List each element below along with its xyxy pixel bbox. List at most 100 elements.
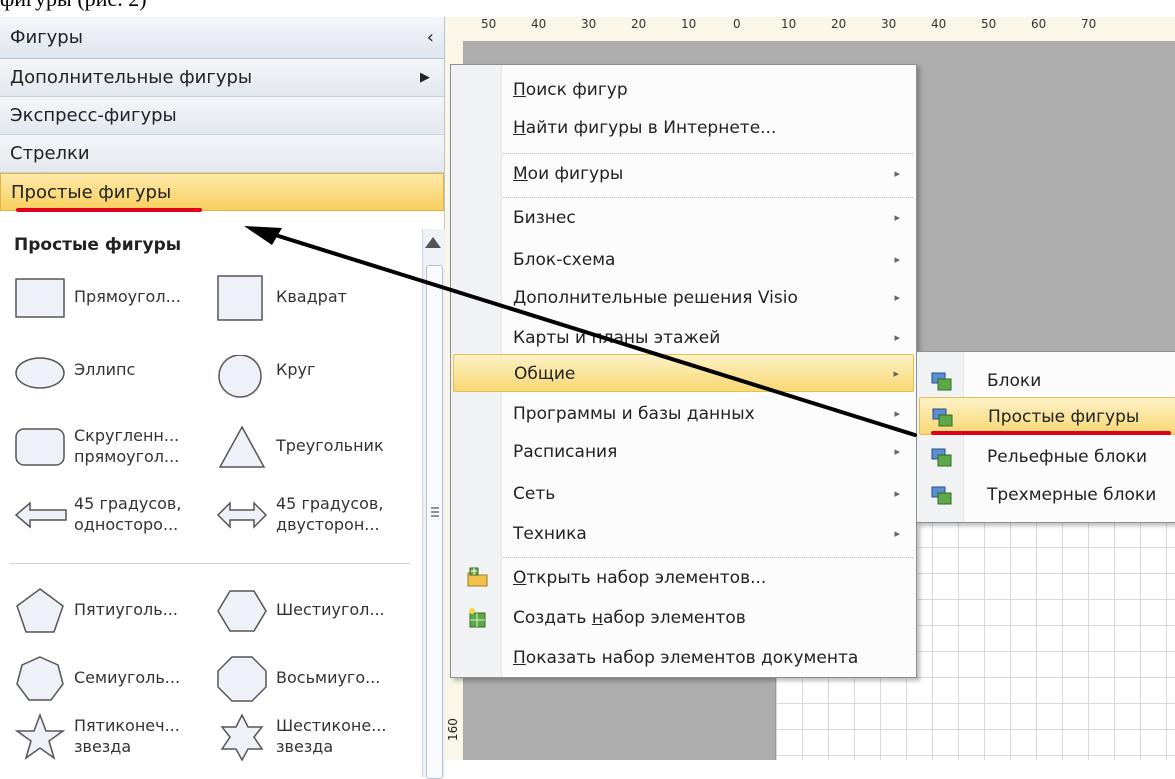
- ruler-label: 70: [1081, 17, 1097, 31]
- menu-item-find-online[interactable]: Найти фигуры в Интернете...: [453, 109, 914, 147]
- shapes-gallery-title: Простые фигуры: [14, 235, 182, 255]
- ruler-label: 10: [781, 17, 797, 31]
- ruler-label: 50: [481, 17, 497, 31]
- menu-item-general[interactable]: Общие ▸: [453, 354, 914, 392]
- heptagon-shape-icon: [16, 656, 64, 701]
- submenu-arrow-icon: ▸: [894, 167, 900, 180]
- menu-item-new-stencil[interactable]: Создать набор элементов: [453, 599, 914, 637]
- shape-label: Шестиконе... звезда: [276, 716, 387, 756]
- submenu-arrow-icon: ▸: [894, 527, 900, 540]
- submenu-item-3d-blocks[interactable]: Трехмерные блоки: [919, 476, 1175, 514]
- shape-label: Семиуголь...: [74, 668, 181, 687]
- stencil-row-quick-shapes[interactable]: Экспресс-фигуры: [0, 97, 444, 135]
- submenu-item-basic-shapes[interactable]: Простые фигуры: [919, 397, 1175, 435]
- menu-item-schedules[interactable]: Расписания ▸: [453, 433, 914, 471]
- shape-ellipse[interactable]: Эллипс: [14, 353, 214, 413]
- ruler-label: 20: [831, 17, 847, 31]
- shape-label: Восьмиуго...: [276, 668, 381, 687]
- octagon-shape-icon: [217, 656, 267, 702]
- five-point-star-icon: [14, 713, 66, 760]
- stencil-row-label: Дополнительные фигуры: [10, 67, 253, 88]
- caption-text: фигуры (рис. 2): [0, 0, 147, 12]
- more-shapes-menu: Поиск фигур Найти фигуры в Интернете... …: [450, 64, 917, 678]
- hexagon-shape-icon: [217, 590, 267, 632]
- pentagon-shape-icon: [16, 588, 64, 633]
- ellipse-shape-icon: [15, 357, 65, 389]
- stencil-row-arrows[interactable]: Стрелки: [0, 135, 444, 173]
- shape-circle[interactable]: Круг: [216, 353, 416, 413]
- collapse-panel-icon[interactable]: ‹: [427, 17, 434, 59]
- ruler-label: 0: [733, 17, 741, 31]
- ruler-label: 10: [681, 17, 697, 31]
- menu-item-show-document-stencil[interactable]: Показать набор элементов документа: [453, 639, 914, 677]
- general-submenu: Блоки Простые фигуры Рельефные блоки Тре…: [916, 351, 1175, 523]
- menu-item-flowchart[interactable]: Блок-схема ▸: [453, 241, 914, 279]
- stencil-row-basic-shapes[interactable]: Простые фигуры: [0, 173, 444, 212]
- menu-item-business[interactable]: Бизнес ▸: [453, 199, 914, 237]
- horizontal-ruler: 50 40 30 20 10 0 10 20 30 40 50 60 70: [463, 17, 1175, 42]
- shape-label: Пятиконеч... звезда: [74, 716, 180, 756]
- chevron-right-icon: ▶: [420, 70, 430, 85]
- stencil-row-more-shapes[interactable]: Дополнительные фигуры ▶: [0, 59, 444, 97]
- menu-item-open-stencil[interactable]: Открыть набор элементов...: [453, 559, 914, 597]
- red-underline-annotation: [931, 431, 1171, 435]
- shape-label: 45 градусов, односторо...: [74, 494, 182, 534]
- stencil-row-label: Простые фигуры: [11, 182, 172, 203]
- submenu-arrow-icon: ▸: [894, 331, 900, 344]
- ruler-label: 20: [631, 17, 647, 31]
- submenu-item-raised-blocks[interactable]: Рельефные блоки: [919, 438, 1175, 476]
- shape-square[interactable]: Квадрат: [216, 273, 416, 333]
- grip-line: [431, 511, 439, 513]
- shape-label: Шестиугол...: [276, 600, 385, 619]
- shape-five-point-star[interactable]: Пятиконеч... звезда: [14, 711, 214, 771]
- scrollbar-thumb[interactable]: [426, 265, 443, 779]
- ruler-label: 30: [881, 17, 897, 31]
- menu-item-search-shapes[interactable]: Поиск фигур: [453, 71, 914, 109]
- shape-heptagon[interactable]: Семиуголь...: [14, 653, 214, 713]
- circle-shape-icon: [218, 355, 262, 398]
- menu-separator: [503, 197, 913, 198]
- panel-header[interactable]: Фигуры ‹: [0, 17, 444, 59]
- grip-line: [431, 515, 439, 517]
- shape-rounded-rectangle[interactable]: Скругленн... прямоугол...: [14, 421, 214, 481]
- shape-label: Треугольник: [276, 436, 384, 455]
- submenu-item-blocks[interactable]: Блоки: [919, 362, 1175, 400]
- stencil-row-label: Экспресс-фигуры: [10, 105, 177, 126]
- menu-item-network[interactable]: Сеть ▸: [453, 475, 914, 513]
- shape-octagon[interactable]: Восьмиуго...: [216, 653, 416, 713]
- shape-label: Квадрат: [276, 287, 347, 306]
- submenu-arrow-icon: ▸: [894, 445, 900, 458]
- ruler-label: 40: [931, 17, 947, 31]
- menu-item-engineering[interactable]: Техника ▸: [453, 515, 914, 553]
- submenu-arrow-icon: ▸: [894, 291, 900, 304]
- shape-label: Прямоугол...: [74, 287, 181, 306]
- shape-one-sided-arrow[interactable]: 45 градусов, односторо...: [14, 489, 214, 549]
- shape-hexagon[interactable]: Шестиугол...: [216, 585, 416, 645]
- menu-item-visio-extras[interactable]: Дополнительные решения Visio ▸: [453, 279, 914, 317]
- triangle-shape-icon: [218, 425, 266, 468]
- red-underline-annotation: [16, 208, 202, 212]
- gallery-divider: [10, 563, 410, 564]
- ruler-label: 60: [1031, 17, 1047, 31]
- shape-triangle[interactable]: Треугольник: [216, 421, 416, 481]
- shape-two-sided-arrow[interactable]: 45 градусов, двусторон...: [216, 489, 416, 549]
- submenu-arrow-icon: ▸: [893, 367, 899, 380]
- shape-rectangle[interactable]: Прямоугол...: [14, 273, 214, 333]
- gallery-scrollbar[interactable]: [422, 229, 445, 779]
- menu-item-software-databases[interactable]: Программы и базы данных ▸: [453, 395, 914, 433]
- menu-item-my-shapes[interactable]: Мои фигуры ▸: [453, 155, 914, 193]
- shape-label: Пятиуголь...: [74, 600, 178, 619]
- grip-line: [431, 507, 439, 509]
- shape-label: Скругленн... прямоугол...: [74, 426, 180, 466]
- two-sided-arrow-icon: [216, 501, 268, 529]
- shapes-gallery: Простые фигуры Прямоугол... Квадрат Элли…: [0, 229, 420, 761]
- shape-label: Эллипс: [74, 360, 136, 379]
- scroll-up-icon[interactable]: [425, 237, 441, 248]
- shape-six-point-star[interactable]: Шестиконе... звезда: [216, 711, 416, 771]
- ruler-label: 160: [446, 718, 460, 741]
- menu-item-maps-floorplans[interactable]: Карты и планы этажей ▸: [453, 319, 914, 357]
- stencil-3d-blocks-icon: [931, 486, 952, 505]
- ruler-label: 30: [581, 17, 597, 31]
- shape-pentagon[interactable]: Пятиуголь...: [14, 585, 214, 645]
- square-shape-icon: [217, 275, 263, 321]
